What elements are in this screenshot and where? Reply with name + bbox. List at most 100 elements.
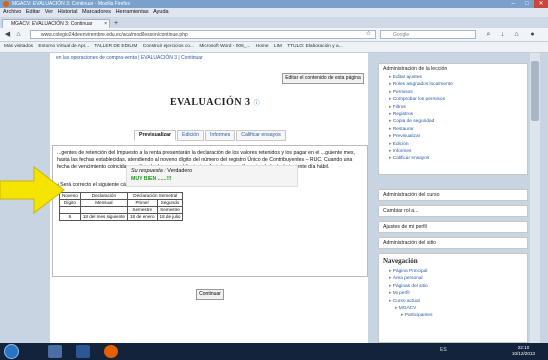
- block-title: Administración del curso: [383, 192, 440, 198]
- menu-editar[interactable]: Editar: [26, 9, 40, 15]
- bookmark-item[interactable]: Entorno Virtual de Apr...: [38, 44, 89, 49]
- menu-ayuda[interactable]: Ayuda: [153, 9, 169, 15]
- list-item[interactable]: Informes: [389, 148, 527, 155]
- sidebar: Administración de la lección Editar ajus…: [378, 53, 528, 343]
- menu-ver[interactable]: Ver: [45, 9, 53, 15]
- browser-tab[interactable]: MGACV: EVALUACIÓN 3: Continuar ×: [2, 19, 110, 28]
- table-header: Mensual: [79, 199, 128, 207]
- lesson-tabs: Previsualizar Edición Informes Calificar en…: [134, 123, 287, 141]
- breadcrumb[interactable]: en las operaciones de compra-venta | EVA…: [56, 55, 203, 61]
- table-header: Semestre: [126, 206, 158, 214]
- table-header: Segundo: [156, 199, 184, 207]
- bookmark-star-icon[interactable]: ☆: [364, 30, 373, 39]
- addon-icon[interactable]: ●: [528, 30, 537, 39]
- search-placeholder: Google: [393, 32, 410, 38]
- arrow-annotation-icon: [0, 165, 65, 215]
- list-item[interactable]: Página Principal: [389, 268, 527, 275]
- bookmark-item[interactable]: TTULO: Elaboración y a...: [287, 44, 342, 49]
- url-bar[interactable]: www.colegio24deenvirembre.edu.ec/aca/mod…: [30, 30, 376, 39]
- block-title: Administración del sitio: [383, 240, 437, 246]
- home-button-icon[interactable]: ⌂: [512, 30, 521, 39]
- clock[interactable]: 22:10 10/12/2013: [512, 345, 535, 357]
- edit-page-button[interactable]: Editar el contenido de esta página: [282, 73, 364, 84]
- scroll-thumb[interactable]: [531, 61, 539, 121]
- clock-date: 10/12/2013: [512, 351, 535, 356]
- bookmark-item[interactable]: Más visitados: [4, 44, 33, 49]
- close-button[interactable]: ✕: [534, 0, 548, 8]
- course-admin-block[interactable]: Administración del curso: [378, 189, 528, 201]
- list-item[interactable]: Registros: [389, 111, 527, 118]
- list-item[interactable]: Área personal: [389, 275, 527, 282]
- list-item[interactable]: Restaurar: [389, 126, 527, 133]
- block-title[interactable]: Administración de la lección: [379, 64, 527, 74]
- continue-button[interactable]: Continuar: [196, 289, 224, 300]
- maximize-button[interactable]: □: [520, 0, 534, 8]
- bookmarks-toolbar: Más visitados Entorno Virtual de Apr... …: [0, 42, 548, 53]
- word-icon[interactable]: [76, 345, 90, 358]
- bookmark-item[interactable]: Home: [256, 44, 269, 49]
- list-item[interactable]: Calificar ensayos: [389, 155, 527, 162]
- bookmark-item[interactable]: Microsoft Word - 006_...: [199, 44, 250, 49]
- lesson-admin-block: Administración de la lección Editar ajus…: [378, 63, 528, 175]
- list-item[interactable]: Previsualizar: [389, 133, 527, 140]
- list-item[interactable]: Editar ajustes: [389, 74, 527, 81]
- url-text: www.colegio24deenvirembre.edu.ec/aca/mod…: [41, 32, 188, 38]
- scrollbar[interactable]: [530, 53, 540, 343]
- lesson-page: en las operaciones de compra-venta | EVA…: [50, 53, 368, 343]
- list-item[interactable]: Filtros: [389, 104, 527, 111]
- table-cell: 18 del mes siguiente: [79, 213, 128, 221]
- tab-previsualizar[interactable]: Previsualizar: [134, 130, 177, 141]
- search-input[interactable]: Google: [380, 30, 476, 39]
- firefox-taskbar-icon[interactable]: [104, 345, 118, 358]
- download-icon[interactable]: ↓: [498, 30, 507, 39]
- tab-informes[interactable]: Informes: [205, 130, 236, 141]
- navigation-title: Navegación: [383, 257, 418, 265]
- help-icon[interactable]: ⓘ: [254, 101, 261, 107]
- profile-settings-block[interactable]: Ajustes de mi perfil: [378, 221, 528, 233]
- table-header: Semestre: [156, 206, 184, 214]
- table-header: Declaración: [79, 192, 128, 200]
- site-admin-block[interactable]: Administración del sitio: [378, 237, 528, 249]
- menu-historial[interactable]: Historial: [58, 9, 78, 15]
- declaration-table: Noveno Declaración Declaración Semetral …: [59, 192, 184, 221]
- list-item[interactable]: MGACV: [395, 305, 527, 312]
- bookmark-item[interactable]: LIM: [274, 44, 282, 49]
- tab-edicion[interactable]: Edición: [177, 130, 205, 141]
- block-title: Ajustes de mi perfil: [383, 224, 427, 230]
- switch-role-block[interactable]: Cambiar rol a...: [378, 205, 528, 217]
- minimize-button[interactable]: –: [506, 0, 520, 8]
- page-title: EVALUACIÓN 3 ⓘ: [170, 97, 260, 108]
- page-viewport: en las operaciones de compra-venta | EVA…: [0, 53, 548, 343]
- menu-marcadores[interactable]: Marcadores: [82, 9, 111, 15]
- home-icon[interactable]: ⌂: [14, 30, 23, 39]
- table-cell: 18 de enero: [126, 213, 158, 221]
- menu-archivo[interactable]: Archivo: [3, 9, 21, 15]
- list-item[interactable]: Curso actual: [389, 298, 527, 305]
- tab-strip: MGACV: EVALUACIÓN 3: Continuar × +: [0, 17, 548, 28]
- list-item[interactable]: Comprobar los permisos: [389, 96, 527, 103]
- list-item[interactable]: Permisos: [389, 89, 527, 96]
- back-icon[interactable]: ◀: [3, 30, 12, 39]
- list-item[interactable]: Páginas del sitio: [389, 283, 527, 290]
- list-item[interactable]: Edición: [389, 141, 527, 148]
- block-title: Cambiar rol a...: [383, 208, 419, 214]
- tab-close-icon[interactable]: ×: [104, 20, 107, 28]
- firefox-icon: [3, 1, 9, 7]
- table-header: [79, 206, 128, 214]
- list-item[interactable]: Copia de seguridad: [389, 118, 527, 125]
- list-item[interactable]: Mi perfil: [389, 290, 527, 297]
- bookmark-item[interactable]: Construir ejercicios co...: [143, 44, 194, 49]
- tab-calificar-ensayos[interactable]: Calificar ensayos: [236, 130, 286, 141]
- page-title-text: EVALUACIÓN 3: [170, 97, 251, 108]
- new-tab-button[interactable]: +: [114, 19, 124, 28]
- navigation-toolbar: ◀ ⌂ www.colegio24deenvirembre.edu.ec/aca…: [0, 28, 548, 42]
- list-item[interactable]: Participantes: [401, 312, 527, 319]
- system-tray[interactable]: ES: [440, 347, 447, 353]
- search-icon[interactable]: ⌕: [484, 30, 493, 39]
- explorer-icon[interactable]: [48, 345, 62, 358]
- menu-herramientas[interactable]: Herramientas: [116, 9, 149, 15]
- bookmark-item[interactable]: TALLER DE EDILIM: [94, 44, 137, 49]
- start-button[interactable]: [4, 344, 19, 359]
- list-item[interactable]: Roles asignados localmente: [389, 81, 527, 88]
- navigation-block: Navegación Página Principal Área persona…: [378, 253, 528, 343]
